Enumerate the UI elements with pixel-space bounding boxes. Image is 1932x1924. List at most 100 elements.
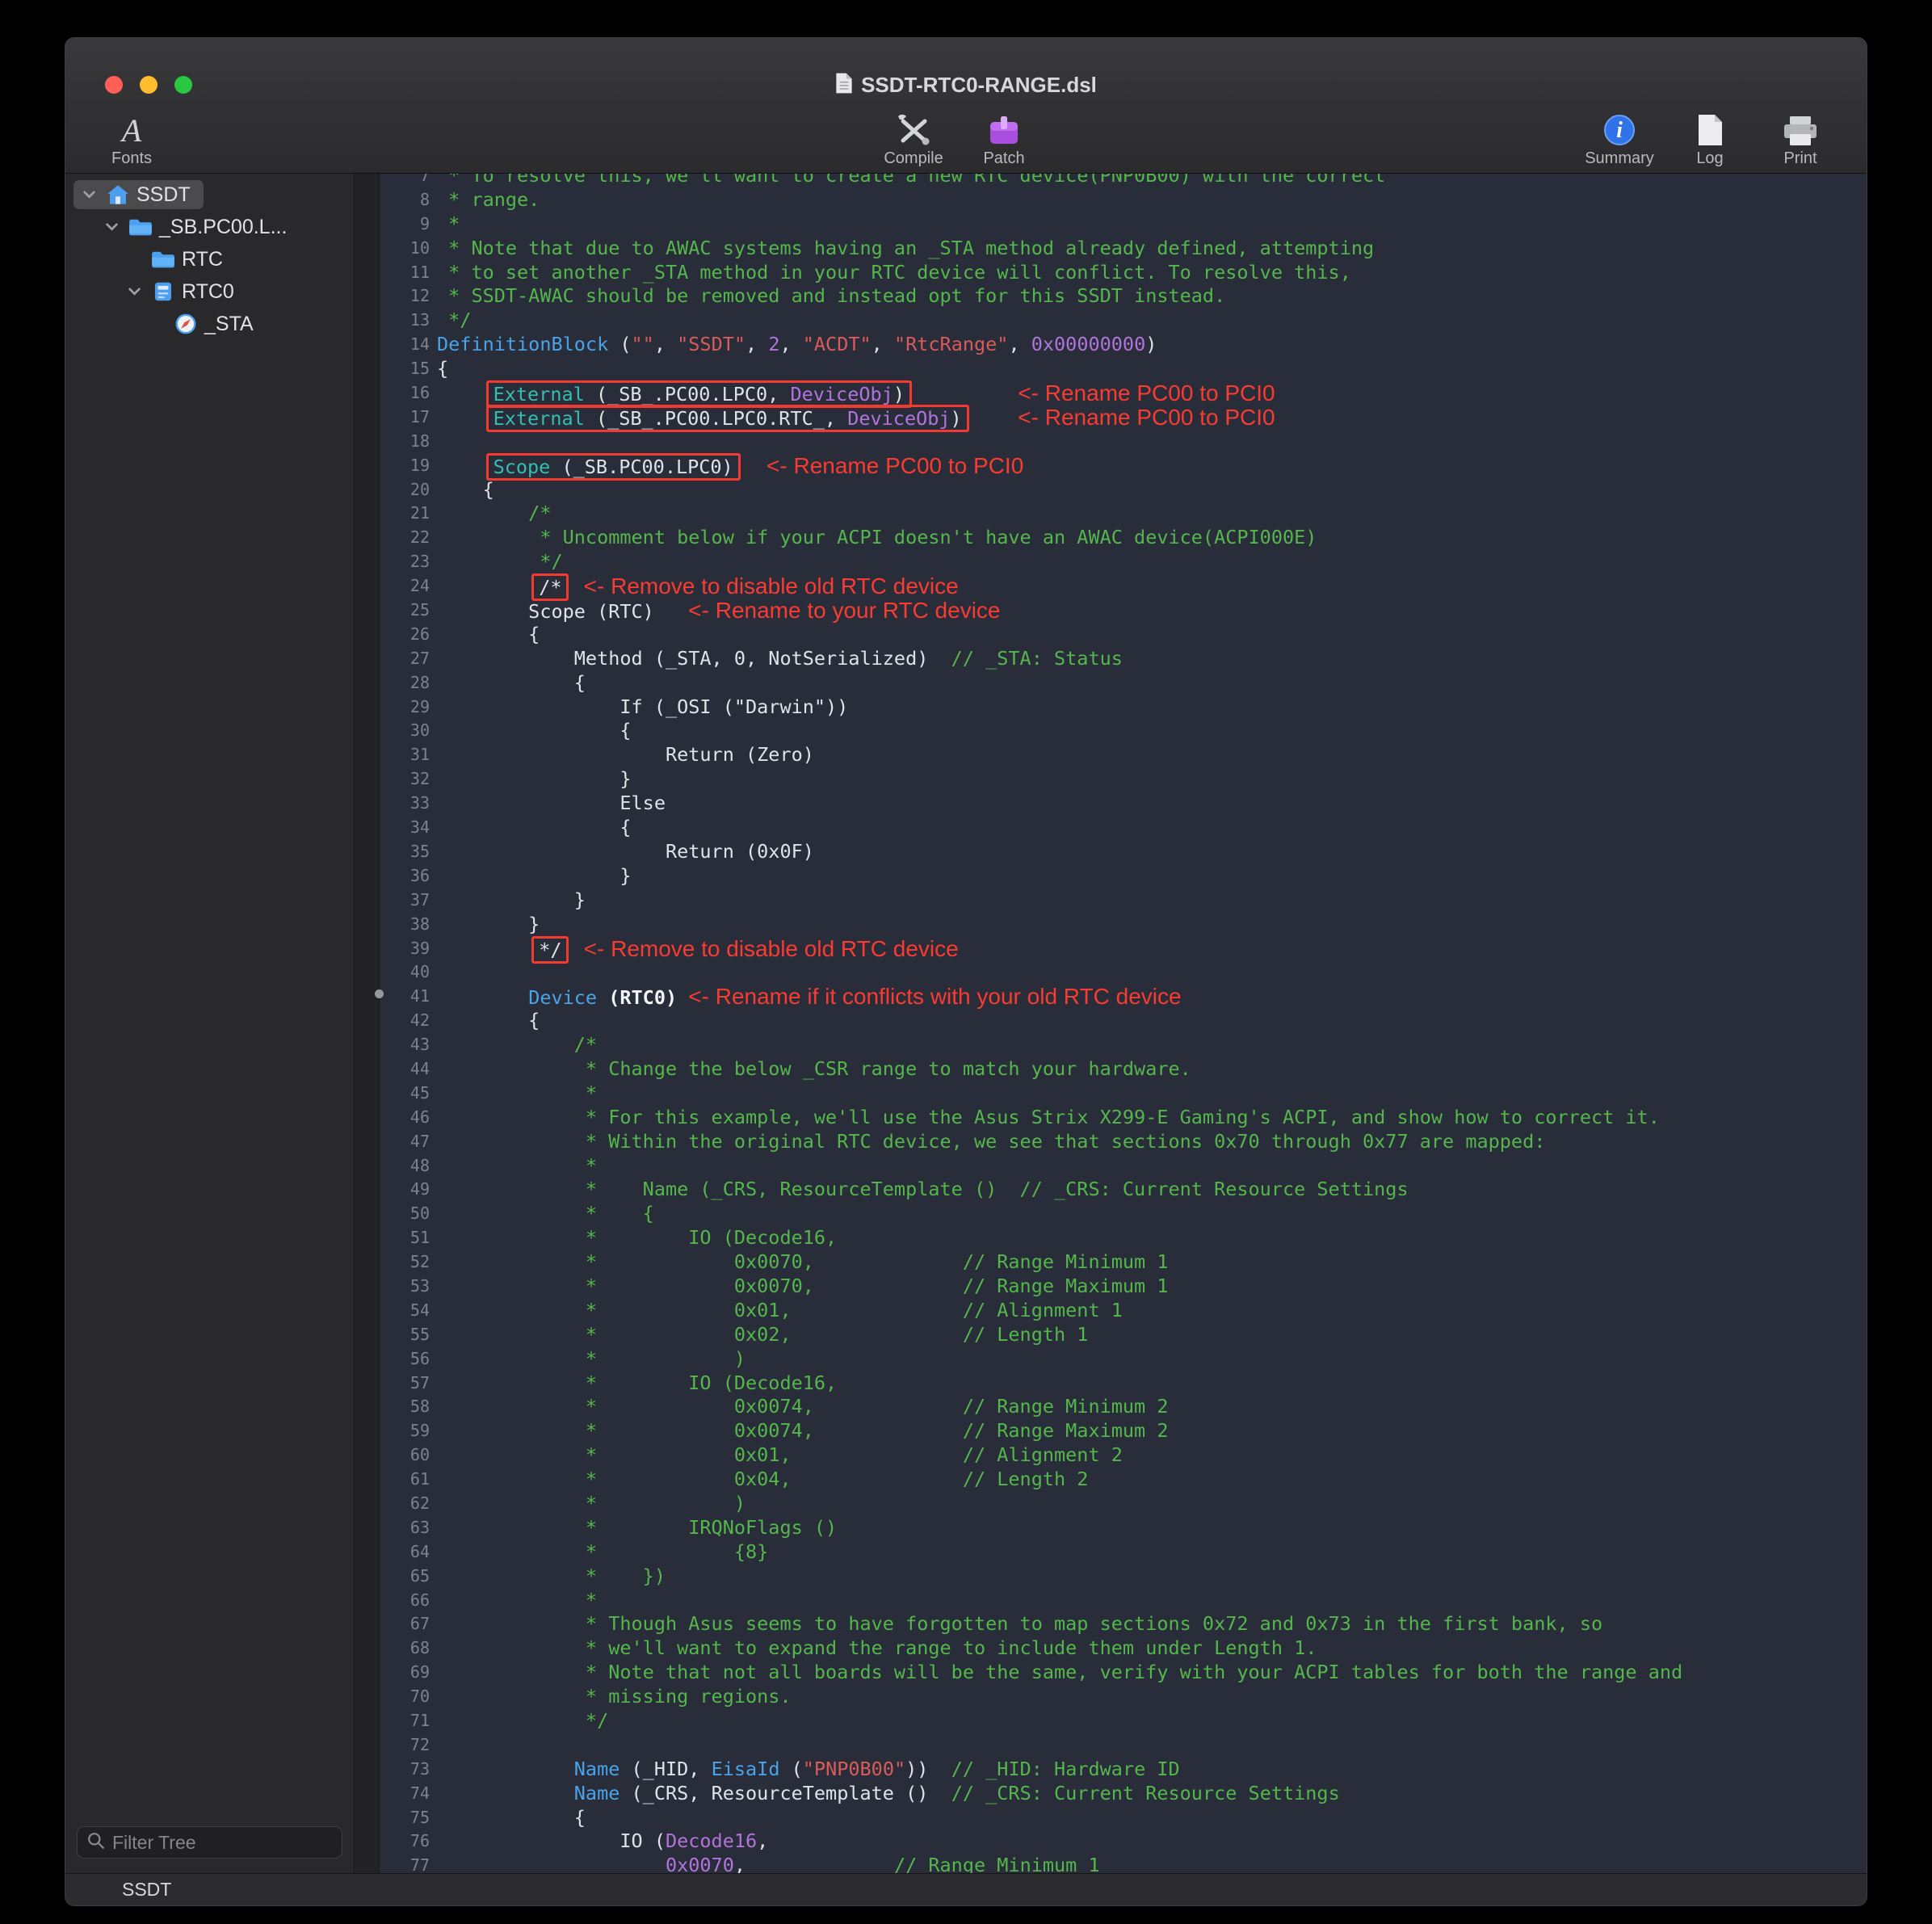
code-line: 67 * Though Asus seems to have forgotten…	[380, 1612, 1867, 1636]
chevron-down-icon[interactable]	[78, 191, 99, 199]
code-line: 63 * IRQNoFlags ()	[380, 1516, 1867, 1540]
folder-icon	[149, 250, 177, 269]
code-text: * })	[430, 1565, 666, 1589]
code-text: * IRQNoFlags ()	[430, 1516, 837, 1540]
line-number: 43	[380, 1033, 430, 1057]
code-line: 62 * )	[380, 1492, 1867, 1516]
code-text: Return (0x0F)	[430, 840, 814, 864]
filter-field[interactable]	[77, 1826, 342, 1859]
patch-icon	[987, 110, 1021, 147]
code-line: 31 Return (Zero)	[380, 743, 1867, 767]
code-line: 21 /*	[380, 502, 1867, 526]
line-number: 47	[380, 1130, 430, 1154]
code-text: * Uncomment below if your ACPI doesn't h…	[430, 526, 1317, 550]
fonts-label: Fonts	[111, 149, 152, 168]
code-line: 53 * 0x0070, // Range Maximum 1	[380, 1275, 1867, 1299]
line-number: 67	[380, 1612, 430, 1636]
code-text: * IO (Decode16,	[430, 1372, 837, 1396]
code-text: *	[430, 1082, 597, 1106]
line-number: 53	[380, 1275, 430, 1299]
line-number: 22	[380, 526, 430, 550]
code-line: 59 * 0x0074, // Range Maximum 2	[380, 1419, 1867, 1443]
sidebar-item-label: RTC	[182, 248, 223, 271]
code-line: 29 If (_OSI ("Darwin"))	[380, 695, 1867, 720]
code-editor[interactable]: 7 * To resolve this, we'll want to creat…	[380, 174, 1867, 1873]
code-line: 14DefinitionBlock ("", "SSDT", 2, "ACDT"…	[380, 333, 1867, 357]
filter-tree-input[interactable]	[112, 1832, 332, 1854]
sidebar-item-rtc0[interactable]: RTC0	[65, 275, 354, 308]
code-line: 27 Method (_STA, 0, NotSerialized) // _S…	[380, 647, 1867, 671]
code-text: {	[430, 816, 632, 840]
code-text: /*	[430, 1033, 597, 1057]
code-line: 15{	[380, 357, 1867, 381]
status-path: SSDT	[122, 1879, 171, 1901]
code-line: 46 * For this example, we'll use the Asu…	[380, 1106, 1867, 1130]
code-text: {	[430, 1806, 586, 1830]
print-button[interactable]: Print	[1755, 110, 1846, 168]
log-button[interactable]: Log	[1665, 110, 1755, 168]
code-line: 70 * missing regions.	[380, 1685, 1867, 1709]
sidebar-item-sb-pc00-l[interactable]: _SB.PC00.L...	[65, 211, 354, 243]
code-line: 41 Device (RTC0) <- Rename if it conflic…	[380, 985, 1867, 1009]
code-line: 18	[380, 430, 1867, 454]
summary-button[interactable]: i Summary	[1574, 110, 1665, 168]
print-label: Print	[1783, 149, 1816, 168]
code-text: * IO (Decode16,	[430, 1226, 837, 1250]
line-number: 14	[380, 333, 430, 357]
compile-button[interactable]: Compile	[868, 110, 959, 168]
line-number: 38	[380, 913, 430, 937]
code-text: {	[430, 623, 540, 647]
patch-button[interactable]: Patch	[959, 110, 1049, 168]
code-text	[430, 960, 437, 985]
code-text: Scope (_SB.PC00.LPC0) <- Rename PC00 to …	[430, 454, 1023, 478]
annotation-text: <- Rename PC00 to PCI0	[1018, 405, 1275, 430]
code-line: 28 {	[380, 671, 1867, 695]
line-number: 62	[380, 1492, 430, 1516]
code-text: * to set another _STA method in your RTC…	[430, 261, 1351, 285]
line-number: 65	[380, 1565, 430, 1589]
code-text: * Note that due to AWAC systems having a…	[430, 237, 1374, 261]
line-number: 52	[380, 1250, 430, 1275]
sidebar-item-rtc[interactable]: RTC	[65, 243, 354, 275]
fonts-button[interactable]: A Fonts	[86, 110, 177, 168]
code-text: */	[430, 1709, 608, 1733]
code-text: }	[430, 864, 632, 888]
line-number: 23	[380, 550, 430, 574]
code-line: 75 {	[380, 1806, 1867, 1830]
pane-splitter[interactable]	[355, 174, 380, 1873]
line-number: 68	[380, 1636, 430, 1661]
code-text: * Within the original RTC device, we see…	[430, 1130, 1545, 1154]
line-number: 16	[380, 381, 430, 405]
code-text: */ <- Remove to disable old RTC device	[430, 937, 959, 961]
sidebar-item-sta[interactable]: _STA	[65, 308, 354, 340]
code-line: 36 }	[380, 864, 1867, 888]
device-icon	[149, 281, 177, 302]
compile-icon	[895, 110, 932, 147]
line-number: 63	[380, 1516, 430, 1540]
line-number: 61	[380, 1468, 430, 1492]
chevron-down-icon[interactable]	[124, 288, 145, 296]
code-line: 30 {	[380, 719, 1867, 743]
code-line: 77 0x0070, // Range Minimum 1	[380, 1854, 1867, 1873]
code-text: Method (_STA, 0, NotSerialized) // _STA:…	[430, 647, 1123, 671]
toolbar: A Fonts Compile Patch	[65, 87, 1867, 168]
code-line: 8 * range.	[380, 188, 1867, 212]
chevron-down-icon[interactable]	[101, 223, 122, 231]
line-number: 57	[380, 1372, 430, 1396]
splitter-handle-dot[interactable]	[375, 989, 384, 998]
line-number: 33	[380, 792, 430, 816]
sidebar-item-ssdt[interactable]: SSDT	[65, 179, 354, 211]
line-number: 64	[380, 1540, 430, 1565]
line-number: 44	[380, 1057, 430, 1082]
code-line: 76 IO (Decode16,	[380, 1829, 1867, 1854]
line-number: 11	[380, 261, 430, 285]
code-text: Name (_HID, EisaId ("PNP0B00")) // _HID:…	[430, 1758, 1180, 1782]
code-line: 24 /* <- Remove to disable old RTC devic…	[380, 574, 1867, 599]
line-number: 18	[380, 430, 430, 454]
code-line: 58 * 0x0074, // Range Minimum 2	[380, 1395, 1867, 1419]
code-text: * )	[430, 1492, 746, 1516]
line-number: 41	[380, 985, 430, 1009]
code-line: 35 Return (0x0F)	[380, 840, 1867, 864]
code-text: * {8}	[430, 1540, 768, 1565]
annotation-red-box: Scope (_SB.PC00.LPC0)	[486, 453, 741, 481]
